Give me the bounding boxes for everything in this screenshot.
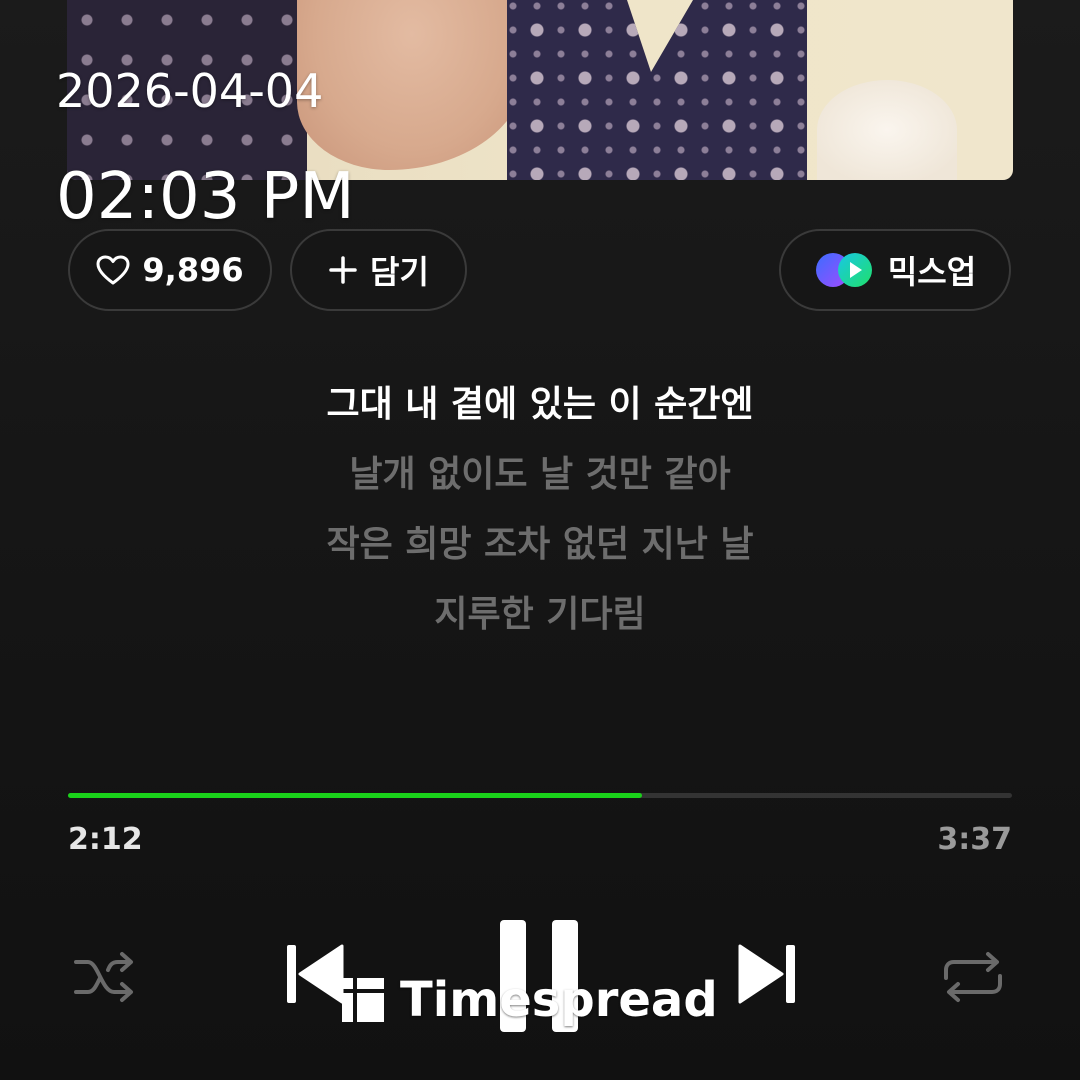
- mixup-label: 믹스업: [887, 253, 977, 291]
- like-count: 9,896: [142, 251, 244, 289]
- progress-bar[interactable]: [68, 793, 1012, 798]
- timespread-logo-icon: [342, 978, 384, 1022]
- total-time: 3:37: [937, 822, 1012, 857]
- add-label: 담기: [370, 253, 429, 291]
- mixup-button[interactable]: 믹스업: [779, 229, 1011, 311]
- repeat-icon[interactable]: [940, 948, 1006, 1006]
- plus-icon: [329, 256, 357, 284]
- overlay-date: 2026-04-04: [56, 64, 324, 118]
- lyrics-panel[interactable]: 그대 내 곁에 있는 이 순간엔 날개 없이도 날 것만 같아 작은 희망 조차…: [0, 370, 1080, 650]
- lyric-line[interactable]: 작은 희망 조차 없던 지난 날: [0, 510, 1080, 580]
- elapsed-time: 2:12: [68, 822, 143, 857]
- lyric-line[interactable]: 지루한 기다림: [0, 580, 1080, 650]
- overlay-time: 02:03 PM: [56, 160, 355, 234]
- album-art-figure: [297, 0, 527, 170]
- shuffle-icon[interactable]: [72, 948, 138, 1006]
- like-button[interactable]: 9,896: [68, 229, 272, 311]
- watermark-text: Timespread: [400, 972, 718, 1028]
- mixup-icon: [815, 253, 872, 287]
- progress-fill: [68, 793, 642, 798]
- add-to-playlist-button[interactable]: 담기: [290, 229, 467, 311]
- lyric-line[interactable]: 날개 없이도 날 것만 같아: [0, 440, 1080, 510]
- skip-previous-icon[interactable]: [284, 942, 346, 1006]
- watermark: Timespread: [340, 972, 718, 1028]
- album-art-sleeve: [817, 80, 957, 180]
- lyric-line[interactable]: 그대 내 곁에 있는 이 순간엔: [0, 370, 1080, 440]
- heart-icon: [96, 255, 130, 285]
- album-art-dress: [507, 0, 807, 180]
- skip-next-icon[interactable]: [736, 942, 798, 1006]
